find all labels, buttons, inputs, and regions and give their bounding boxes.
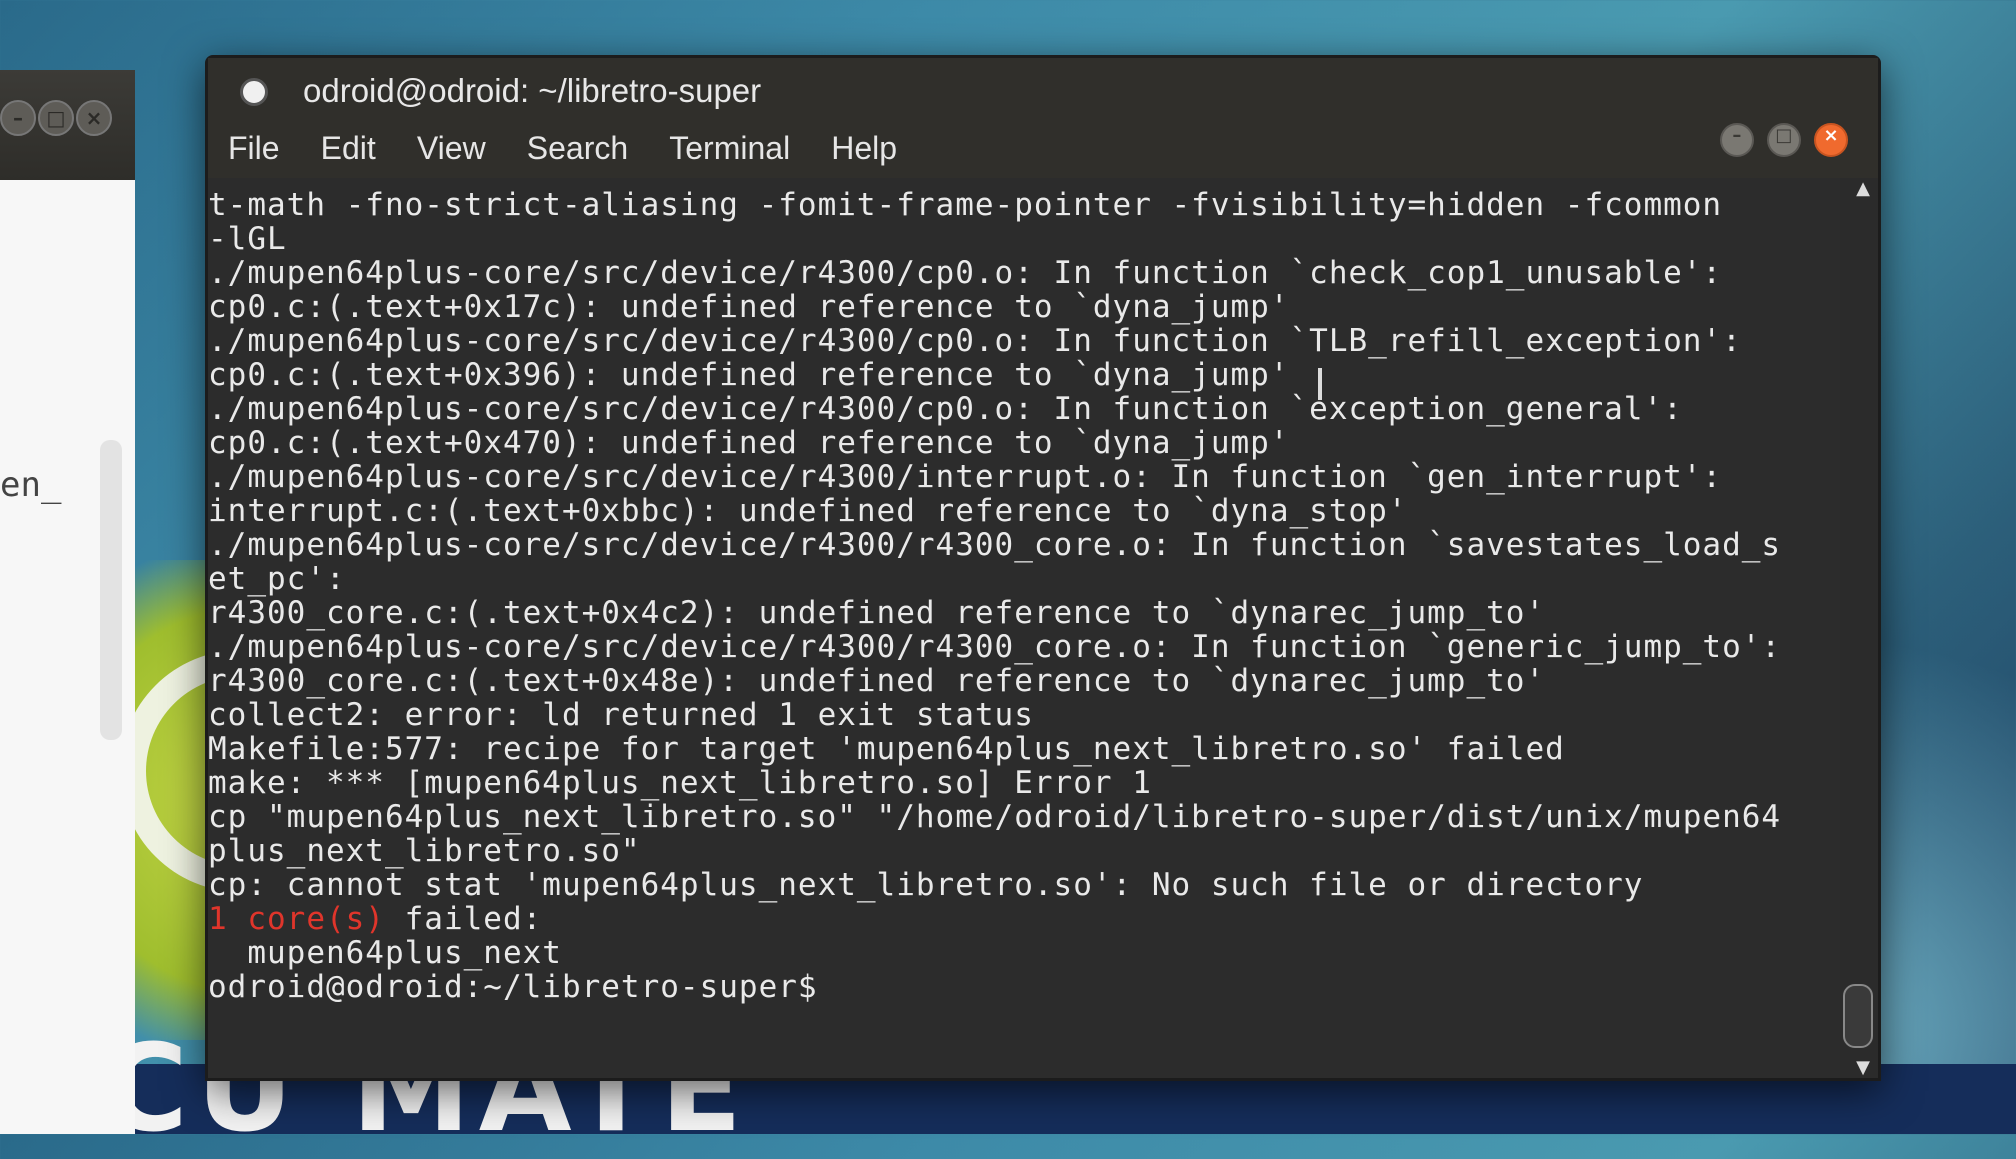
- window-controls: – □ ×: [1712, 123, 1848, 157]
- terminal-line: -lGL: [208, 221, 287, 257]
- terminal-line: cp: cannot stat 'mupen64plus_next_libret…: [208, 867, 1644, 903]
- minimize-icon[interactable]: –: [0, 100, 36, 136]
- fail-suffix: failed:: [384, 901, 543, 937]
- terminal-line: et_pc':: [208, 561, 346, 597]
- fail-count: 1 core(s): [208, 901, 385, 937]
- terminal-titlebar[interactable]: odroid@odroid: ~/libretro-super: [208, 58, 1878, 118]
- terminal-line: r4300_core.c:(.text+0x48e): undefined re…: [208, 663, 1546, 699]
- menu-edit[interactable]: Edit: [321, 118, 376, 178]
- terminal-line: t-math -fno-strict-aliasing -fomit-frame…: [208, 187, 1723, 223]
- terminal-line: collect2: error: ld returned 1 exit stat…: [208, 697, 1034, 733]
- menu-search[interactable]: Search: [527, 118, 628, 178]
- terminal-menubar: File Edit View Search Terminal Help: [208, 118, 1878, 178]
- terminal-line: ./mupen64plus-core/src/device/r4300/cp0.…: [208, 323, 1742, 359]
- background-window-text: en_: [0, 465, 62, 505]
- terminal-window[interactable]: odroid@odroid: ~/libretro-super File Edi…: [205, 55, 1881, 1081]
- minimize-icon[interactable]: –: [1719, 123, 1754, 157]
- terminal-output[interactable]: t-math -fno-strict-aliasing -fomit-frame…: [208, 178, 1840, 1078]
- text-cursor-icon: [1318, 368, 1322, 400]
- failed-core-line: mupen64plus_next: [208, 935, 562, 971]
- fail-summary-line: 1 core(s) failed:: [208, 902, 1840, 936]
- window-title: odroid@odroid: ~/libretro-super: [303, 72, 762, 109]
- close-icon[interactable]: ×: [1814, 123, 1848, 157]
- scrollbar-thumb[interactable]: [1843, 984, 1873, 1048]
- terminal-line: ./mupen64plus-core/src/device/r4300/cp0.…: [208, 391, 1683, 427]
- terminal-line: ./mupen64plus-core/src/device/r4300/cp0.…: [208, 255, 1723, 291]
- terminal-line: ./mupen64plus-core/src/device/r4300/r430…: [208, 629, 1782, 665]
- terminal-line: r4300_core.c:(.text+0x4c2): undefined re…: [208, 595, 1546, 631]
- close-icon[interactable]: ×: [76, 100, 112, 136]
- menu-terminal[interactable]: Terminal: [669, 118, 790, 178]
- background-window-scrollbar[interactable]: [100, 440, 122, 740]
- maximize-icon[interactable]: □: [38, 100, 74, 136]
- terminal-line: interrupt.c:(.text+0xbbc): undefined ref…: [208, 493, 1408, 529]
- terminal-scrollbar[interactable]: ▲ ▼: [1840, 178, 1878, 1078]
- terminal-line: ./mupen64plus-core/src/device/r4300/inte…: [208, 459, 1723, 495]
- terminal-line: ./mupen64plus-core/src/device/r4300/r430…: [208, 527, 1782, 563]
- shell-prompt[interactable]: odroid@odroid:~/libretro-super$: [208, 970, 1840, 1004]
- window-menu-icon[interactable]: [240, 78, 268, 106]
- terminal-line: Makefile:577: recipe for target 'mupen64…: [208, 731, 1565, 767]
- scroll-down-icon[interactable]: ▼: [1856, 1057, 1870, 1078]
- menu-file[interactable]: File: [228, 118, 280, 178]
- terminal-line: make: *** [mupen64plus_next_libretro.so]…: [208, 765, 1152, 801]
- terminal-line: plus_next_libretro.so": [208, 833, 641, 869]
- maximize-icon[interactable]: □: [1766, 123, 1801, 157]
- scroll-up-icon[interactable]: ▲: [1856, 178, 1870, 199]
- terminal-line: cp0.c:(.text+0x17c): undefined reference…: [208, 289, 1290, 325]
- background-window-titlebar[interactable]: – □ ×: [0, 70, 135, 180]
- terminal-lines: t-math -fno-strict-aliasing -fomit-frame…: [208, 178, 1840, 902]
- menu-help[interactable]: Help: [831, 118, 897, 178]
- background-window-body: [0, 180, 135, 1134]
- terminal-line: cp0.c:(.text+0x396): undefined reference…: [208, 357, 1290, 393]
- menu-view[interactable]: View: [417, 118, 486, 178]
- terminal-line: cp0.c:(.text+0x470): undefined reference…: [208, 425, 1290, 461]
- terminal-line: cp "mupen64plus_next_libretro.so" "/home…: [208, 799, 1782, 835]
- background-window[interactable]: – □ × en_: [0, 70, 135, 1134]
